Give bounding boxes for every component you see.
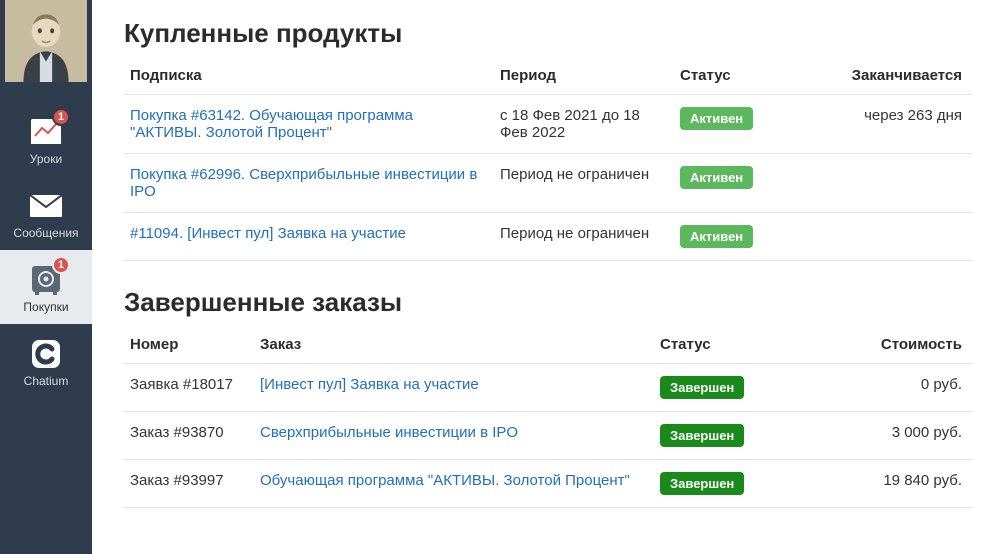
avatar-image <box>5 0 87 82</box>
main-content: Купленные продукты Подписка Период Стату… <box>92 0 1000 554</box>
sidebar-item-label: Сообщения <box>13 226 78 240</box>
sidebar-item-purchases[interactable]: 1 Покупки <box>0 250 92 324</box>
table-row: #11094. [Инвест пул] Заявка на участие П… <box>124 213 972 261</box>
col-status: Статус <box>674 59 824 95</box>
mail-icon <box>28 188 64 224</box>
order-link[interactable]: [Инвест пул] Заявка на участие <box>260 376 479 393</box>
sidebar: 1 Уроки Сообщения <box>0 0 92 554</box>
section-title-orders: Завершенные заказы <box>124 287 972 318</box>
sidebar-item-lessons[interactable]: 1 Уроки <box>0 102 92 176</box>
cell-number: Заказ #93997 <box>124 460 254 508</box>
sidebar-item-label: Уроки <box>30 152 62 166</box>
cell-cost: 19 840 руб. <box>804 460 972 508</box>
table-row: Заявка #18017 [Инвест пул] Заявка на уча… <box>124 364 972 412</box>
section-title-products: Купленные продукты <box>124 18 972 49</box>
status-badge: Завершен <box>660 472 744 495</box>
col-subscription: Подписка <box>124 59 494 95</box>
sidebar-item-label: Покупки <box>23 300 68 314</box>
safe-icon: 1 <box>28 262 64 298</box>
product-link[interactable]: Покупка #63142. Обучающая программа "АКТ… <box>130 107 413 141</box>
col-number: Номер <box>124 328 254 364</box>
badge-count: 1 <box>52 108 70 126</box>
col-ends: Заканчивается <box>824 59 972 95</box>
badge-count: 1 <box>52 256 70 274</box>
sidebar-item-chatium[interactable]: Chatium <box>0 324 92 398</box>
table-row: Покупка #63142. Обучающая программа "АКТ… <box>124 95 972 154</box>
order-link[interactable]: Сверхприбыльные инвестиции в IPO <box>260 424 518 441</box>
product-link[interactable]: #11094. [Инвест пул] Заявка на участие <box>130 225 406 242</box>
sidebar-item-label: Chatium <box>24 374 69 388</box>
col-status: Статус <box>654 328 804 364</box>
status-badge: Завершен <box>660 376 744 399</box>
products-table: Подписка Период Статус Заканчивается Пок… <box>124 59 972 261</box>
table-row: Заказ #93870 Сверхприбыльные инвестиции … <box>124 412 972 460</box>
cell-period: Период не ограничен <box>494 213 674 261</box>
product-link[interactable]: Покупка #62996. Сверхприбыльные инвестиц… <box>130 166 477 200</box>
col-order: Заказ <box>254 328 654 364</box>
app-root: 1 Уроки Сообщения <box>0 0 1000 554</box>
avatar[interactable] <box>5 0 87 82</box>
status-badge: Активен <box>680 166 753 189</box>
cell-number: Заявка #18017 <box>124 364 254 412</box>
order-link[interactable]: Обучающая программа "АКТИВЫ. Золотой Про… <box>260 472 630 489</box>
cell-ends <box>824 213 972 261</box>
cell-ends <box>824 154 972 213</box>
col-cost: Стоимость <box>804 328 972 364</box>
cell-period: Период не ограничен <box>494 154 674 213</box>
cell-number: Заказ #93870 <box>124 412 254 460</box>
col-period: Период <box>494 59 674 95</box>
orders-table: Номер Заказ Статус Стоимость Заявка #180… <box>124 328 972 508</box>
cell-ends: через 263 дня <box>824 95 972 154</box>
cell-cost: 3 000 руб. <box>804 412 972 460</box>
table-row: Покупка #62996. Сверхприбыльные инвестиц… <box>124 154 972 213</box>
table-header-row: Номер Заказ Статус Стоимость <box>124 328 972 364</box>
status-badge: Активен <box>680 107 753 130</box>
chart-icon: 1 <box>28 114 64 150</box>
chatium-icon <box>28 336 64 372</box>
sidebar-item-messages[interactable]: Сообщения <box>0 176 92 250</box>
table-row: Заказ #93997 Обучающая программа "АКТИВЫ… <box>124 460 972 508</box>
status-badge: Активен <box>680 225 753 248</box>
cell-period: с 18 Фев 2021 до 18 Фев 2022 <box>494 95 674 154</box>
cell-cost: 0 руб. <box>804 364 972 412</box>
table-header-row: Подписка Период Статус Заканчивается <box>124 59 972 95</box>
status-badge: Завершен <box>660 424 744 447</box>
